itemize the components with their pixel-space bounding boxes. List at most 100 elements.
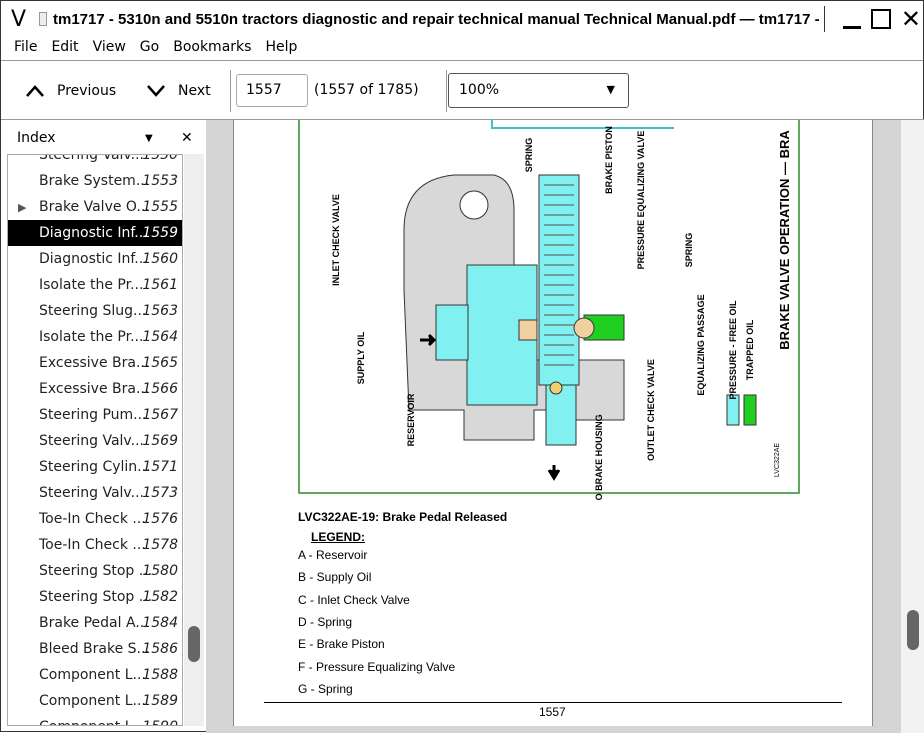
legend-item: F - Pressure Equalizing Valve [298,659,456,674]
menu-view[interactable]: View [86,37,133,60]
diagram-code: LVC322AE [774,443,781,477]
page-count: (1557 of 1785) [314,82,419,98]
separator [446,70,447,112]
document-scrollbar[interactable] [901,120,924,733]
page-footer-number: 1557 [539,705,566,719]
sidebar-item[interactable]: Brake Pedal A... 1584 [8,610,182,636]
brake-valve-diagram: SUPPLY OIL RESERVOIR INLET CHECK VALVE S… [298,120,800,500]
sidebar-item-page: 1561 [142,277,178,293]
sidebar-item-label: Steering Slug... [39,303,147,319]
sidebar-item[interactable]: Steering Valv... 1550 [8,155,182,168]
sidebar-item-label: Toe-In Check ... [39,537,146,553]
sidebar-item-page: 1563 [142,303,178,319]
sidebar-item[interactable]: Diagnostic Inf... 1560 [8,246,182,272]
diagram-side-title: BRAKE VALVE OPERATION — BRA [777,130,792,350]
sidebar-item[interactable]: Brake System... 1553 [8,168,182,194]
sidebar-item[interactable]: ▶ Brake Valve O... 1555 [8,194,182,220]
sidebar-item[interactable]: Component L... 1589 [8,688,182,714]
legend-swatch-trapped-oil [743,394,757,426]
sidebar-item-label: Steering Cylin... [39,459,151,475]
title-bar: V tm1717 - 5310n and 5510n tractors diag… [1,1,924,37]
sidebar-scroll-thumb[interactable] [188,626,200,662]
sidebar-mode-dropdown-icon[interactable]: ▼ [145,133,153,144]
sidebar-item[interactable]: Bleed Brake S... 1586 [8,636,182,662]
sidebar-item[interactable]: Steering Slug... 1563 [8,298,182,324]
next-label: Next [178,82,211,99]
sidebar-item[interactable]: Steering Cylin... 1571 [8,454,182,480]
index-list: Steering Valv... 1550 Brake System... 1553 ▶… [7,154,183,726]
separator [823,6,825,32]
sidebar-scrollbar[interactable] [184,154,204,726]
sidebar-item-page: 1578 [142,537,178,553]
sidebar-item[interactable]: Isolate the Pr... 1561 [8,272,182,298]
sidebar-item[interactable]: Excessive Bra... 1566 [8,376,182,402]
brake-piston [538,174,580,386]
app-logo-icon: V [11,6,27,32]
sidebar-item-page: 1586 [142,641,178,657]
sidebar-item[interactable]: Component L... 1588 [8,662,182,688]
sidebar-item-label: Excessive Bra... [39,355,150,371]
chevron-up-icon [26,84,44,97]
sidebar-item[interactable]: Toe-In Check ... 1578 [8,532,182,558]
zoom-select[interactable]: 100% ▼ [448,73,629,108]
label-j: TO BRAKE HOUSING [594,414,604,500]
supply-oil [435,304,469,361]
label-f: PRESSURE EQUALIZING VALVE [636,131,646,270]
sidebar-item[interactable]: Steering Pum... 1567 [8,402,182,428]
sidebar-item-page: 1576 [142,511,178,527]
oil-line [491,120,674,129]
next-button[interactable]: Next [146,62,211,119]
label-d: SPRING [524,138,534,173]
sidebar-item[interactable]: Steering Stop ... 1582 [8,584,182,610]
sidebar-item[interactable]: Diagnostic Inf... 1559 [8,220,182,246]
menu-help[interactable]: Help [258,37,304,60]
label-l: TRAPPED OIL [745,319,755,380]
sidebar-item[interactable]: Steering Stop ... 1580 [8,558,182,584]
sidebar-item-page: 1569 [142,433,178,449]
figure-caption: LVC322AE-19: Brake Pedal Released [298,510,508,524]
sidebar-title: Index [17,130,56,146]
sidebar-item-label: Steering Valv... [39,485,144,501]
document-viewer: SUPPLY OIL RESERVOIR INLET CHECK VALVE S… [206,119,924,733]
label-b: SUPPLY OIL [356,331,366,384]
menu-edit[interactable]: Edit [44,37,85,60]
document-scroll-thumb[interactable] [907,610,919,650]
sidebar-item-page: 1553 [142,173,178,189]
sidebar-item-page: 1564 [142,329,178,345]
menu-go[interactable]: Go [133,37,166,60]
sidebar-item-page: 1559 [142,225,178,241]
maximize-button[interactable] [870,9,891,29]
page-number-input[interactable]: 1557 [236,74,308,107]
label-e: BRAKE PISTON [604,126,614,194]
menu-bookmarks[interactable]: Bookmarks [166,37,258,60]
previous-button[interactable]: Previous [25,62,116,119]
sidebar-item-page: 1589 [142,693,178,709]
sidebar-item[interactable]: Steering Valv... 1569 [8,428,182,454]
sidebar-item[interactable]: Toe-In Check ... 1576 [8,506,182,532]
sidebar-item-page: 1560 [142,251,178,267]
expand-arrow-icon[interactable]: ▶ [18,201,26,214]
sidebar-item-page: 1566 [142,381,178,397]
outlet-check-ball [549,381,563,395]
sidebar-item-label: Toe-In Check ... [39,511,146,527]
sidebar-item-label: Component L... [39,693,146,709]
minimize-button[interactable] [842,25,861,29]
sidebar-item[interactable]: Steering Valv... 1573 [8,480,182,506]
sidebar-item[interactable]: Excessive Bra... 1565 [8,350,182,376]
sidebar-item[interactable]: Isolate the Pr... 1564 [8,324,182,350]
sidebar-item-page: 1567 [142,407,178,423]
pdf-page: SUPPLY OIL RESERVOIR INLET CHECK VALVE S… [233,120,873,726]
sidebar-close-icon[interactable]: ✕ [181,130,193,146]
window-title: tm1717 - 5310n and 5510n tractors diagno… [53,10,823,28]
sidebar-item-label: Brake Pedal A... [39,615,149,631]
sidebar-item[interactable]: Component L...1590 [8,714,182,725]
menu-bar: File Edit View Go Bookmarks Help [1,37,923,61]
sidebar-item-label: Component L... [39,719,146,725]
label-c: INLET CHECK VALVE [331,194,341,286]
sidebar-item-page: 1565 [142,355,178,371]
sidebar-item-page: 1580 [142,563,178,579]
sidebar-item-label: Excessive Bra... [39,381,150,397]
close-button[interactable]: ✕ [901,5,921,33]
menu-file[interactable]: File [1,37,44,60]
sidebar-item-label: Bleed Brake S... [39,641,150,657]
